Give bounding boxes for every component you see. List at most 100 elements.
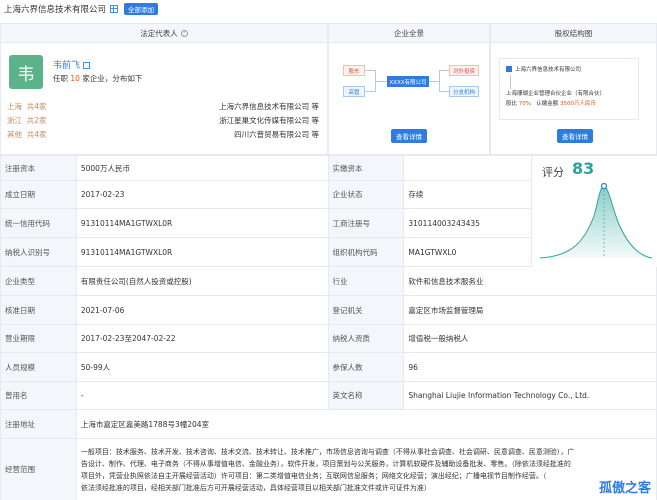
region-label: 其他 共4家 bbox=[7, 129, 47, 140]
avatar: 韦 bbox=[9, 55, 43, 89]
scope-text: 一般项目：技术服务、技术开发、技术咨询、技术交流、技术转让、技术推广，市场信息咨… bbox=[81, 446, 652, 494]
subscribed-label: 认缴金额 bbox=[536, 101, 559, 107]
scope-line: 依法须经批准的项目，经相关部门批准后方可开展经营活动，具体经营项目以相关部门批准… bbox=[80, 483, 431, 492]
add-all-button[interactable]: 全部添加 bbox=[124, 3, 159, 15]
enterprise-detail-button[interactable]: 查看详情 bbox=[391, 129, 427, 143]
branch-node: 分支机构 bbox=[449, 86, 479, 97]
cell-label: 工商注册号 bbox=[327, 208, 405, 238]
connector bbox=[439, 91, 449, 92]
ratio-label: 股比 bbox=[506, 101, 518, 107]
equity-title: 股权结构图 bbox=[554, 28, 593, 38]
cell-label: 统一信用代码 bbox=[0, 208, 77, 238]
cell-value: 2017-02-23至2047-02-22 bbox=[75, 324, 329, 353]
connector bbox=[439, 70, 440, 92]
table-row: 企业类型 有限责任公司(自然人投资或控股) 行业 软件和信息技术服务业 bbox=[0, 266, 657, 296]
cell-value: 有限责任公司(自然人投资或控股) bbox=[75, 266, 329, 296]
table-row: 曾用名 - 英文名称 Shanghai Liujie Information T… bbox=[0, 381, 657, 410]
connector bbox=[365, 70, 375, 71]
cell-value: 50-99人 bbox=[75, 352, 329, 382]
legal-rep-title: 法定代表人 bbox=[140, 28, 178, 38]
address-value: 上海市嘉定区嘉美路1788号3幢204室 bbox=[75, 409, 657, 439]
equity-header: 股权结构图 bbox=[490, 23, 657, 43]
cell-label: 核准日期 bbox=[0, 295, 77, 325]
cell-value: 嘉定区市场监督管理局 bbox=[403, 295, 657, 325]
cell-label: 参保人数 bbox=[327, 352, 405, 382]
cell-label: 企业类型 bbox=[0, 266, 77, 296]
shareholder-node: 股东 bbox=[343, 65, 365, 76]
cell-value: 软件和信息技术服务业 bbox=[403, 266, 657, 296]
region-name: 其他 bbox=[7, 130, 22, 139]
grid-icon[interactable] bbox=[110, 5, 119, 13]
equity-company-name: 上海六界信息技术有限公司 bbox=[515, 67, 582, 73]
cell-value: - bbox=[75, 381, 329, 410]
scope-line: 项目外，凭营业执照依法自主开展经营活动）许可项目：第二类增值电信业务；互联网信息… bbox=[80, 471, 547, 480]
cell-label: 成立日期 bbox=[0, 180, 77, 209]
person-name[interactable]: 韦前飞 bbox=[53, 61, 80, 71]
cell-label: 英文名称 bbox=[327, 381, 405, 410]
region-company[interactable]: 上海六界信息技术有限公司 等 bbox=[219, 101, 319, 112]
cell-value: 增值税一般纳税人 bbox=[403, 324, 657, 353]
equity-detail-button[interactable]: 查看详情 bbox=[557, 129, 593, 143]
person-name-row[interactable]: 韦前飞 bbox=[53, 58, 91, 71]
region-count: 共2家 bbox=[26, 116, 47, 125]
scope-line: 告设计、制作、代理、电子商务（不得从事增值电信、金融业务），软件开发，项目策划与… bbox=[80, 459, 571, 468]
cell-label: 行业 bbox=[327, 266, 405, 296]
cell-label: 企业状态 bbox=[327, 180, 405, 209]
enterprise-title: 企业全景 bbox=[394, 28, 424, 38]
region-company[interactable]: 浙江星巢文化传媒有限公司 等 bbox=[219, 115, 319, 126]
equity-company: 上海六界信息技术有限公司 bbox=[506, 65, 581, 73]
cell-value: 5000万人民币 bbox=[75, 155, 329, 181]
cell-value: 2017-02-23 bbox=[75, 180, 329, 209]
holder-name: 上海珊瑚企业管理合伙企业（有限合伙） bbox=[506, 89, 605, 97]
cell-value: 91310114MA1GTWXL0R bbox=[75, 208, 329, 238]
cell-value: 存续 bbox=[403, 180, 533, 209]
scope-line: 一般项目：技术服务、技术开发、技术咨询、技术交流、技术转让、技术推广，市场信息咨… bbox=[80, 447, 575, 456]
holder: 上海珊瑚企业管理合伙企业（有限合伙） bbox=[506, 91, 606, 97]
score-marker-dot bbox=[600, 182, 608, 190]
company-title: 上海六界信息技术有限公司 bbox=[4, 5, 107, 15]
cell-label: 人员规模 bbox=[0, 352, 77, 382]
summary-prefix: 任职 bbox=[53, 74, 68, 83]
cell-value: 91310114MA1GTWXL0R bbox=[75, 237, 329, 267]
region-label: 上海 共4家 bbox=[7, 101, 47, 112]
grid-icon[interactable] bbox=[83, 62, 91, 69]
holder-ratio: 股比 70% 认缴金额 3500万人民币 bbox=[506, 99, 596, 107]
region-company[interactable]: 四川六普贸易有限公司 等 bbox=[234, 129, 319, 140]
region-count: 共4家 bbox=[26, 102, 47, 111]
connector bbox=[375, 81, 387, 82]
summary-suffix: 家企业，分布如下 bbox=[82, 74, 143, 83]
equity-card: 上海六界信息技术有限公司 上海珊瑚企业管理合伙企业（有限合伙） 股比 70% 认… bbox=[499, 58, 639, 120]
cell-label: 注册资本 bbox=[0, 155, 77, 181]
help-icon[interactable]: ? bbox=[180, 29, 188, 37]
cell-label: 经营范围 bbox=[0, 438, 77, 500]
cell-label: 组织机构代码 bbox=[327, 237, 405, 267]
score-panel: 评分 83 bbox=[532, 156, 657, 267]
table-row: 核准日期 2021-07-06 登记机关 嘉定区市场监督管理局 bbox=[0, 295, 657, 325]
table-row: 营业期限 2017-02-23至2047-02-22 纳税人资质 增值税一般纳税… bbox=[0, 324, 657, 353]
region-label: 浙江 共2家 bbox=[7, 115, 47, 126]
cell-value: 96 bbox=[403, 352, 657, 382]
person-summary: 任职 10 家企业，分布如下 bbox=[53, 73, 142, 84]
cell-label: 曾用名 bbox=[0, 381, 77, 410]
enterprise-panel: 股东 高管 XXXX有限公司 对外投资 分支机构 查看详情 bbox=[328, 43, 490, 155]
score-curve bbox=[539, 182, 653, 259]
cell-value: 310114003243435 bbox=[403, 208, 533, 238]
region-name: 浙江 bbox=[7, 116, 22, 125]
table-row: 注册地址 上海市嘉定区嘉美路1788号3幢204室 bbox=[0, 409, 657, 439]
investment-node: 对外投资 bbox=[449, 65, 479, 76]
legal-rep-panel: 韦 韦前飞 任职 10 家企业，分布如下 上海 共4家 上海六界信息技术有限公司… bbox=[0, 43, 328, 155]
ratio-value: 70% bbox=[518, 101, 531, 107]
score-curve-fill bbox=[540, 186, 652, 258]
equity-panel: 上海六界信息技术有限公司 上海珊瑚企业管理合伙企业（有限合伙） 股比 70% 认… bbox=[490, 43, 657, 155]
subscribed-value: 3500万人民币 bbox=[560, 101, 597, 107]
connector bbox=[439, 70, 449, 71]
cell-value: 2021-07-06 bbox=[75, 295, 329, 325]
top-bar: 上海六界信息技术有限公司 全部添加 bbox=[0, 0, 657, 18]
connector bbox=[365, 91, 375, 92]
scope-cell: 一般项目：技术服务、技术开发、技术咨询、技术交流、技术转让、技术推广，市场信息咨… bbox=[75, 438, 657, 500]
cell-value: Shanghai Liujie Information Technology C… bbox=[403, 381, 657, 410]
connector bbox=[510, 75, 511, 89]
table-row: 经营范围 一般项目：技术服务、技术开发、技术咨询、技术交流、技术转让、技术推广，… bbox=[0, 438, 657, 500]
cell-label: 登记机关 bbox=[327, 295, 405, 325]
cell-value bbox=[403, 155, 533, 181]
